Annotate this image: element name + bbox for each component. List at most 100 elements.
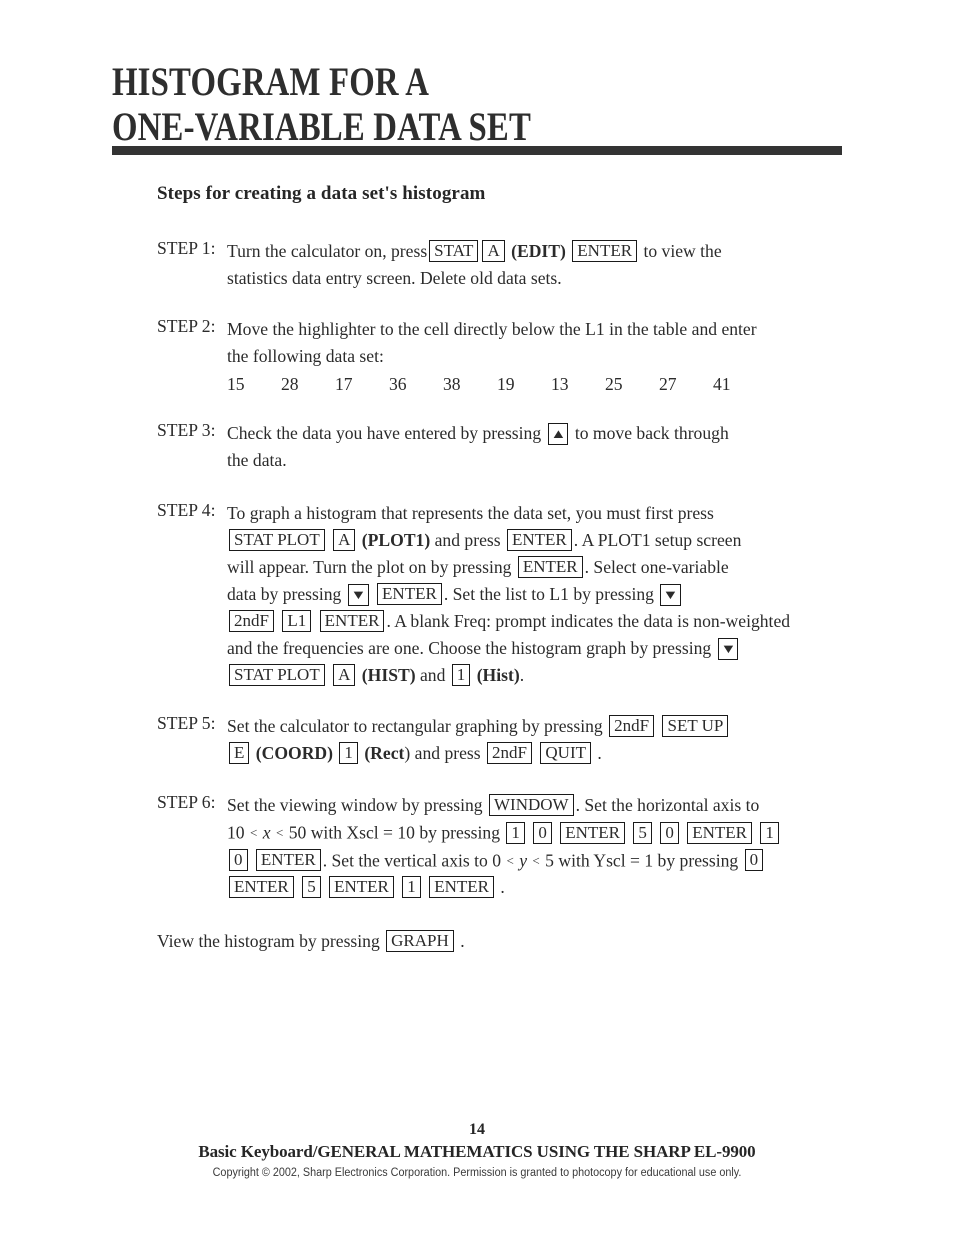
data-value: 19 <box>497 374 515 394</box>
closing-text-before: View the histogram by pressing <box>157 931 380 951</box>
closing-text-after: . <box>460 931 465 951</box>
y-range-low: 0 <box>492 850 502 870</box>
key-enter: ENTER <box>255 849 321 871</box>
step-5: STEP 5: Set the calculator to rectangula… <box>157 713 857 767</box>
step-3: STEP 3: Check the data you have entered … <box>157 420 857 474</box>
key-a: A <box>333 664 356 686</box>
page-footer: 14 Basic Keyboard/GENERAL MATHEMATICS US… <box>0 1120 954 1182</box>
step-6-text-6: . <box>500 877 505 897</box>
closing-instruction: View the histogram by pressing GRAPH . <box>157 928 465 955</box>
step-3-line-1: Check the data you have entered by press… <box>227 420 857 447</box>
data-set-row: 15 28 17 36 38 19 13 25 27 41 <box>227 371 767 398</box>
key-0: 0 <box>660 821 679 844</box>
key-l1: L1 <box>282 610 312 632</box>
step-6-text-4: . Set the vertical axis to <box>322 850 488 870</box>
x-range-low: 10 <box>227 822 245 843</box>
key-arrow-down-icon: ▼ <box>347 584 369 606</box>
label-plot1: (PLOT1) <box>361 530 431 550</box>
step-1: STEP 1: Turn the calculator on, press STA… <box>157 238 857 292</box>
key-set-up: SET UP <box>662 715 729 737</box>
key-1: 1 <box>760 821 779 844</box>
step-4-line-3: will appear. Turn the plot on by pressin… <box>227 554 857 581</box>
step-4-text-6: data by pressing <box>227 584 342 604</box>
title-divider-rule <box>112 146 842 155</box>
footer-page-number: 14 <box>469 1121 485 1138</box>
key-arrow-down-icon: ▼ <box>660 584 682 606</box>
y-range-var: y <box>519 850 527 870</box>
key-1: 1 <box>451 664 471 686</box>
key-graph: GRAPH <box>386 930 454 952</box>
x-range-rel-1: < <box>250 825 258 840</box>
key-a: A <box>482 240 505 262</box>
step-1-body: Turn the calculator on, press STAT A (EDIT… <box>227 238 857 292</box>
step-2: STEP 2: Move the highlighter to the cell… <box>157 316 857 398</box>
data-value: 17 <box>335 374 353 394</box>
page-title-line-2: ONE-VARIABLE DATA SET <box>112 104 532 149</box>
step-3-body: Check the data you have entered by press… <box>227 420 857 474</box>
step-5-text-1: Set the calculator to rectangular graphi… <box>227 716 603 736</box>
step-4-text-3: . A PLOT1 setup screen <box>573 530 742 550</box>
document-page: HISTOGRAM FOR A ONE-VARIABLE DATA SET St… <box>0 0 954 1235</box>
key-5: 5 <box>302 876 321 898</box>
y-range-rel-1: < <box>506 852 514 868</box>
key-enter: ENTER <box>329 876 394 898</box>
data-value: 15 <box>227 374 245 394</box>
step-4: STEP 4: To graph a histogram that repres… <box>157 500 857 689</box>
key-2ndf: 2ndF <box>229 610 274 632</box>
key-stat: STAT <box>429 240 479 262</box>
data-value: 36 <box>389 374 407 394</box>
step-6-body: Set the viewing window by pressing WINDO… <box>227 792 857 901</box>
step-6-text-2: . Set the horizontal axis to <box>575 795 760 815</box>
data-value: 27 <box>659 374 677 394</box>
step-4-text-10: and <box>419 665 446 685</box>
key-enter: ENTER <box>319 610 385 632</box>
key-5: 5 <box>633 821 652 844</box>
step-4-text-5: . Select one-variable <box>584 557 729 577</box>
step-5-text-2: and press <box>414 743 481 763</box>
step-6-line-1: Set the viewing window by pressing WINDO… <box>227 792 857 819</box>
step-1-label: STEP 1: <box>157 238 216 258</box>
key-enter: ENTER <box>572 240 638 262</box>
step-4-line-4: data by pressing ▼ ENTER. Set the list t… <box>227 581 857 608</box>
step-4-text-8: . A blank Freq: prompt indicates the dat… <box>386 611 791 631</box>
step-4-body: To graph a histogram that represents the… <box>227 500 857 689</box>
step-6-text-5: with Yscl = 1 by pressing <box>558 850 739 870</box>
step-2-body: Move the highlighter to the cell directl… <box>227 316 857 398</box>
step-4-text-9: and the frequencies are one. Choose the … <box>227 638 712 658</box>
step-6-label: STEP 6: <box>157 792 216 812</box>
label-coord: (COORD) <box>255 743 334 763</box>
data-value: 38 <box>443 374 461 394</box>
key-enter: ENTER <box>229 876 294 898</box>
footer-copyright: Copyright © 2002, Sharp Electronics Corp… <box>212 1167 742 1179</box>
step-6-line-3: 0 ENTER. Set the vertical axis to 0 < y … <box>227 847 857 875</box>
key-1: 1 <box>402 876 421 898</box>
y-range-rel-2: < <box>532 852 540 868</box>
key-enter: ENTER <box>560 821 625 844</box>
step-5-body: Set the calculator to rectangular graphi… <box>227 713 857 767</box>
key-0: 0 <box>533 821 552 844</box>
footer-book-title: Basic Keyboard/GENERAL MATHEMATICS USING… <box>198 1142 756 1161</box>
step-3-line-2: the data. <box>227 450 287 470</box>
key-a: A <box>333 529 356 551</box>
step-4-text-2: and press <box>434 530 501 550</box>
step-3-label: STEP 3: <box>157 420 216 440</box>
data-value: 28 <box>281 374 299 394</box>
section-subheading: Steps for creating a data set's histogra… <box>157 183 486 204</box>
step-6-line-4: ENTER 5 ENTER 1 ENTER . <box>227 874 857 901</box>
key-arrow-down-icon: ▼ <box>717 638 739 660</box>
key-enter: ENTER <box>687 821 752 844</box>
key-window: WINDOW <box>488 794 574 816</box>
step-2-line-1: Move the highlighter to the cell directl… <box>227 319 757 339</box>
key-0: 0 <box>744 849 764 871</box>
step-4-label: STEP 4: <box>157 500 216 520</box>
step-1-line-2: statistics data entry screen. Delete old… <box>227 268 562 288</box>
label-hist-menu: (Hist) <box>476 665 520 685</box>
step-4-line-7: STAT PLOT A (HIST) and 1 (Hist). <box>227 662 857 689</box>
y-range-high: 5 <box>545 850 554 870</box>
key-2ndf: 2ndF <box>487 742 532 764</box>
step-2-line-2: the following data set: <box>227 346 384 366</box>
step-3-text-1: Check the data you have entered by press… <box>227 423 542 443</box>
step-1-tail: to view the <box>643 241 722 261</box>
step-6-text-1: Set the viewing window by pressing <box>227 795 483 815</box>
step-1-text-1: Turn the calculator on, press <box>227 241 428 261</box>
